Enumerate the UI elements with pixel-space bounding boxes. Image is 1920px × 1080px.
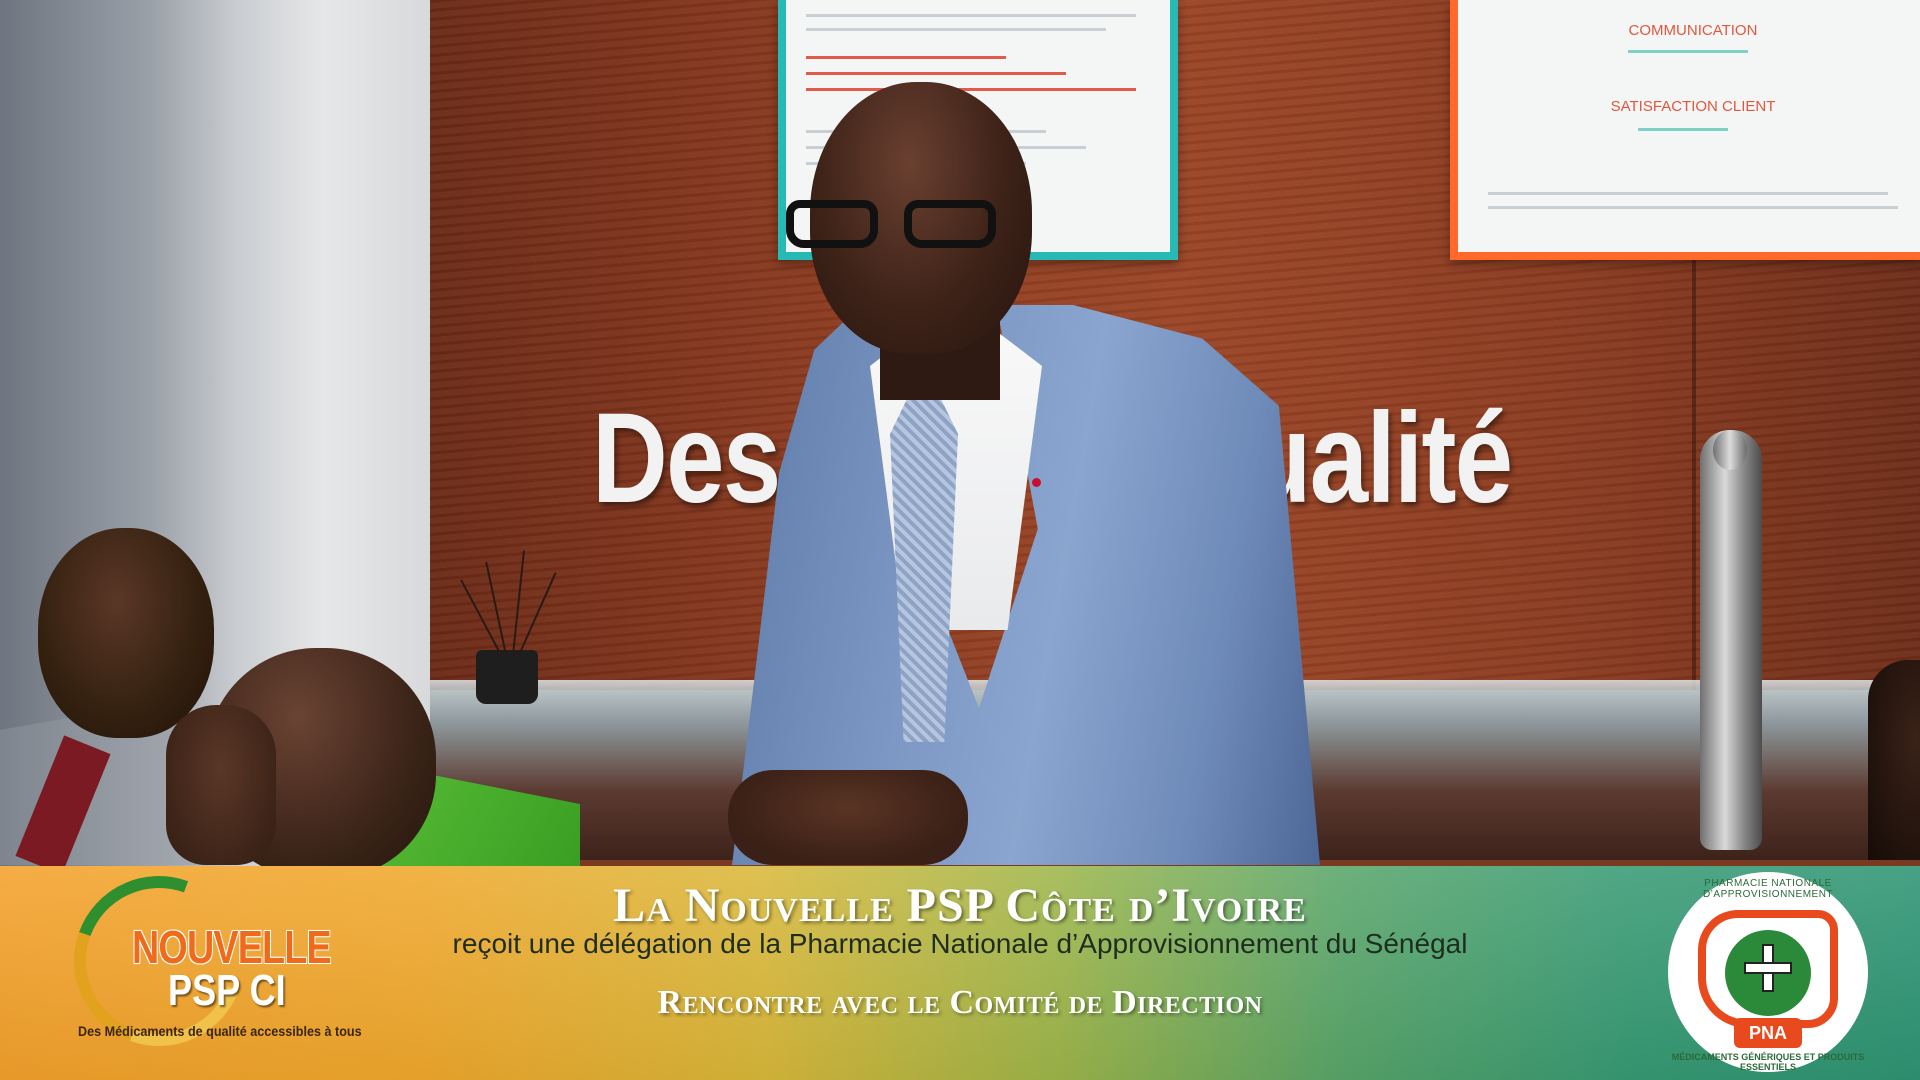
hand-on-head (166, 705, 276, 865)
decor-vase (476, 650, 538, 704)
cross-icon-bar (1744, 962, 1792, 974)
clasped-hands (728, 770, 968, 865)
pna-abbreviation: PNA (1734, 1018, 1802, 1048)
poster-heading-communication: COMMUNICATION (1628, 22, 1758, 39)
logo-tagline: Des Médicaments de qualité accessibles à… (78, 1023, 362, 1039)
pna-senegal-logo: PHARMACIE NATIONALE D’APPROVISIONNEMENT … (1668, 872, 1868, 1072)
wall-poster-right: COMMUNICATION SATISFACTION CLIENT (1450, 0, 1920, 260)
pna-arc-bottom-text: MÉDICAMENTS GÉNÉRIQUES ET PRODUITS ESSEN… (1671, 1052, 1865, 1072)
seated-woman-right (1868, 660, 1920, 860)
logo-word-psp-ci: PSP CI (168, 966, 286, 1015)
lapel-pin (1032, 478, 1041, 487)
eyeglasses (786, 200, 1016, 256)
statue-head (1713, 430, 1747, 470)
pna-arc-top-text: PHARMACIE NATIONALE D’APPROVISIONNEMENT (1702, 878, 1834, 900)
nouvelle-psp-ci-logo: NOUVELLE PSP CI Des Médicaments de quali… (46, 848, 370, 1074)
seated-man-head (38, 528, 214, 738)
poster-heading-satisfaction: SATISFACTION CLIENT (1610, 98, 1776, 115)
silver-statue (1700, 430, 1762, 850)
